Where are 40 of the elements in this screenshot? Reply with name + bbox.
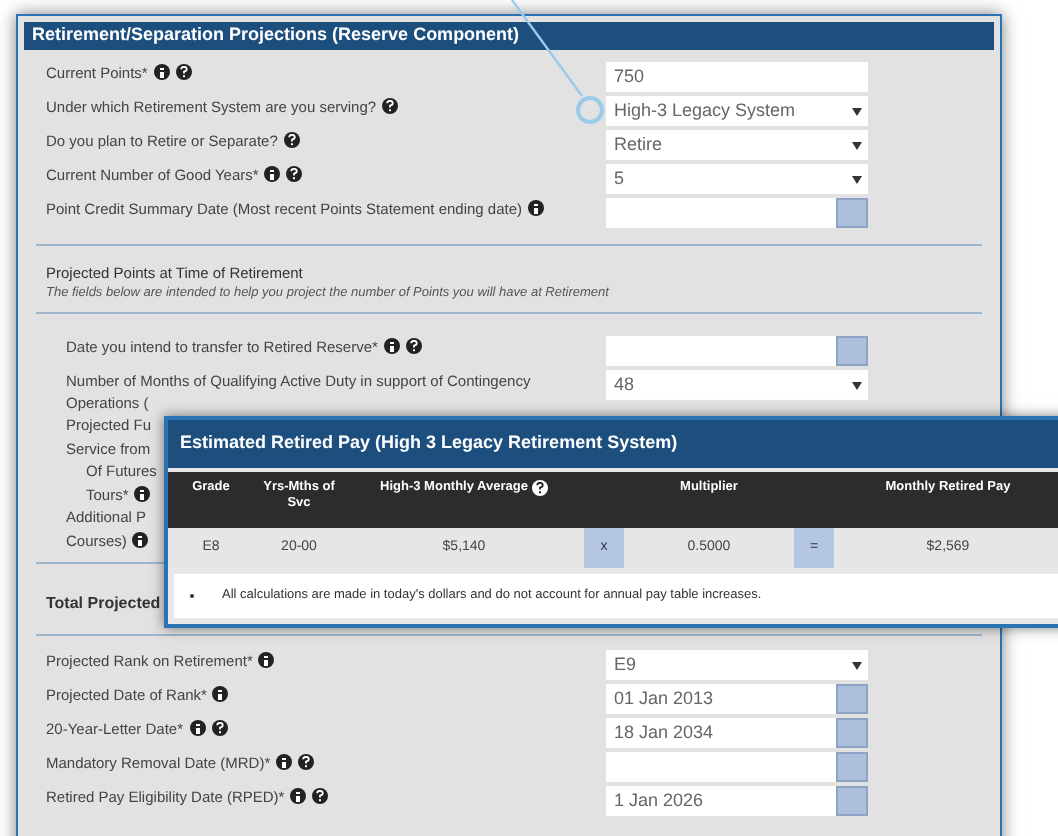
select-field[interactable]: 48: [606, 370, 868, 400]
help-icon[interactable]: [382, 98, 399, 114]
info-icon[interactable]: [134, 486, 151, 503]
help-icon[interactable]: [405, 338, 422, 354]
field-label: Total Projected: [46, 592, 161, 616]
dropdown-arrow-icon: [852, 661, 862, 669]
help-icon[interactable]: [298, 754, 315, 770]
info-icon[interactable]: [189, 720, 206, 736]
help-icon[interactable]: [211, 720, 228, 736]
info-icon[interactable]: [264, 166, 281, 182]
select-field[interactable]: E9: [606, 650, 868, 680]
dropdown-arrow-icon: [852, 381, 862, 389]
panel-title: Retirement/Separation Projections (Reserve Component): [24, 22, 994, 50]
dropdown-arrow-icon: [852, 141, 862, 149]
dropdown-arrow-icon: [852, 175, 862, 183]
help-icon[interactable]: [175, 64, 192, 80]
info-icon[interactable]: [290, 788, 307, 804]
text-field[interactable]: 750: [606, 62, 868, 92]
help-icon[interactable]: [286, 166, 303, 182]
info-icon[interactable]: [258, 652, 275, 668]
date-field[interactable]: [606, 752, 836, 782]
popup-title: Estimated Retired Pay (High 3 Legacy Retirement System): [168, 420, 1058, 468]
info-icon[interactable]: [276, 754, 293, 770]
info-icon[interactable]: [383, 338, 400, 354]
help-icon[interactable]: [312, 788, 329, 804]
info-icon[interactable]: [132, 532, 149, 549]
date-field[interactable]: [606, 198, 836, 228]
info-icon[interactable]: [212, 686, 229, 702]
date-field[interactable]: 01 Jan 2013: [606, 684, 836, 714]
date-field[interactable]: [606, 336, 836, 366]
select-field[interactable]: High-3 Legacy System: [606, 96, 868, 126]
select-field[interactable]: Retire: [606, 130, 868, 160]
help-icon[interactable]: [531, 480, 548, 496]
select-field[interactable]: 5: [606, 164, 868, 194]
date-field[interactable]: 18 Jan 2034: [606, 718, 836, 748]
help-icon[interactable]: [283, 132, 300, 148]
info-icon[interactable]: [528, 200, 545, 216]
date-field[interactable]: 1 Jan 2026: [606, 786, 836, 816]
dropdown-arrow-icon: [852, 107, 862, 115]
info-icon[interactable]: [153, 64, 170, 80]
